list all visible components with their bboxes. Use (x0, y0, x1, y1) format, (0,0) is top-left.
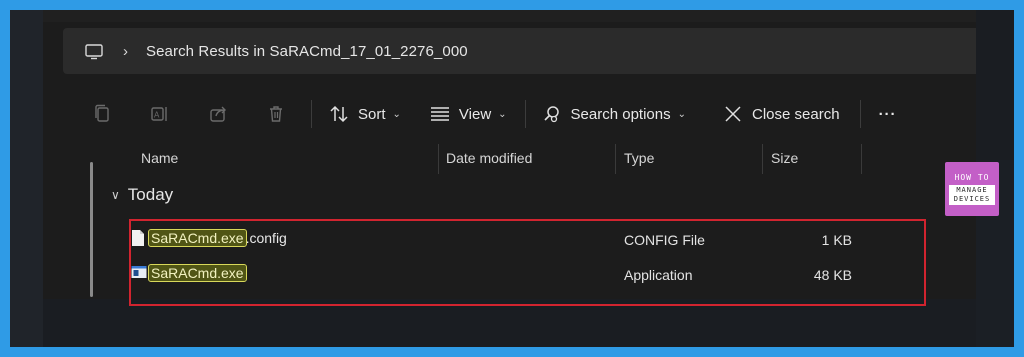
screenshot-frame: › Search Results in SaRACmd_17_01_2276_0… (10, 10, 1014, 347)
brand-logo-line1: HOW TO (954, 173, 990, 182)
toolbar-separator (311, 100, 312, 128)
chevron-down-icon: ⌄ (677, 108, 687, 120)
delete-icon[interactable] (265, 103, 287, 125)
search-options-label: Search options (570, 105, 671, 123)
search-options-icon (541, 103, 563, 125)
sort-icon (328, 103, 350, 125)
toolbar-separator (524, 100, 526, 128)
close-search-button[interactable]: Close search (722, 103, 840, 125)
chevron-down-icon: ⌄ (498, 108, 507, 120)
view-icon (429, 103, 451, 125)
background-window (10, 10, 43, 347)
title-strip (43, 10, 976, 22)
group-label: Today (127, 185, 174, 204)
search-options-button[interactable]: Search options ⌄ (541, 103, 686, 125)
column-header-name[interactable]: Name (141, 150, 178, 166)
column-divider[interactable] (861, 144, 862, 174)
column-divider[interactable] (615, 144, 616, 174)
chevron-right-icon[interactable]: › (123, 43, 128, 60)
column-header-size[interactable]: Size (771, 150, 798, 166)
close-search-label: Close search (752, 105, 840, 123)
view-label: View (458, 105, 492, 123)
address-bar[interactable]: › Search Results in SaRACmd_17_01_2276_0… (63, 28, 976, 74)
column-header-row: Name Date modified Type Size (43, 144, 976, 174)
chevron-down-icon: ⌄ (392, 108, 401, 120)
sort-button[interactable]: Sort ⌄ (328, 103, 401, 125)
group-header-today[interactable]: ∨ Today (111, 185, 173, 205)
computer-icon[interactable] (85, 44, 103, 60)
column-divider[interactable] (438, 144, 439, 174)
close-icon (722, 103, 744, 125)
toolbar-separator (859, 100, 861, 128)
rename-icon[interactable]: A (149, 103, 171, 125)
view-button[interactable]: View ⌄ (429, 103, 507, 125)
highlight-box (129, 219, 926, 306)
breadcrumb[interactable]: Search Results in SaRACmd_17_01_2276_000 (146, 43, 468, 60)
share-icon[interactable] (207, 103, 229, 125)
svg-text:A: A (154, 111, 160, 120)
chevron-down-icon: ∨ (111, 188, 120, 202)
more-options-button[interactable]: ··· (879, 106, 897, 123)
column-divider[interactable] (762, 144, 763, 174)
sort-label: Sort (358, 105, 386, 123)
command-bar: A Sort ⌄ View ⌄ Search options ⌄ Close s… (43, 88, 976, 140)
copy-icon[interactable] (91, 103, 113, 125)
brand-logo-line2: MANAGE DEVICES (949, 185, 995, 205)
brand-logo: HOW TO MANAGE DEVICES (945, 162, 999, 216)
column-header-date-modified[interactable]: Date modified (446, 150, 532, 166)
column-header-type[interactable]: Type (624, 150, 654, 166)
